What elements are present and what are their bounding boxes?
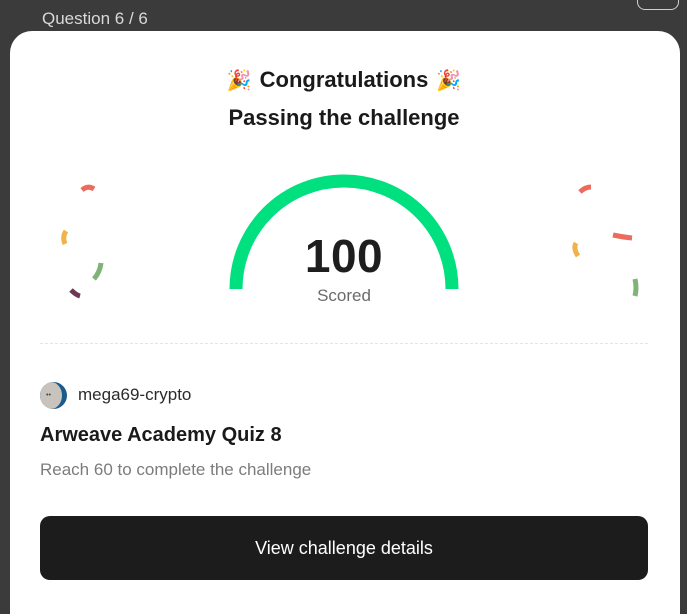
view-challenge-details-button[interactable]: View challenge details xyxy=(40,516,648,580)
confetti-piece xyxy=(92,262,104,281)
username: mega69-crypto xyxy=(78,385,192,404)
result-modal: 🎉 Congratulations 🎉 Passing the challenge … xyxy=(10,31,680,614)
score-label: Scored xyxy=(317,286,371,305)
score-value: 100 xyxy=(304,230,384,282)
avatar-face: •• xyxy=(40,382,62,409)
confetti-piece xyxy=(61,229,69,245)
challenge-requirement: Reach 60 to complete the challenge xyxy=(40,460,312,479)
confetti-piece xyxy=(80,184,96,193)
confetti-piece xyxy=(612,232,633,241)
quiz-title: Arweave Academy Quiz 8 xyxy=(40,424,282,446)
question-counter: Question 6 / 6 xyxy=(42,9,148,28)
avatar: •• xyxy=(40,382,67,409)
background-button[interactable] xyxy=(637,0,679,10)
divider xyxy=(40,343,648,344)
confetti-piece xyxy=(572,241,581,258)
confetti-piece xyxy=(69,288,81,299)
confetti-piece xyxy=(578,184,592,194)
confetti-piece xyxy=(632,278,639,297)
